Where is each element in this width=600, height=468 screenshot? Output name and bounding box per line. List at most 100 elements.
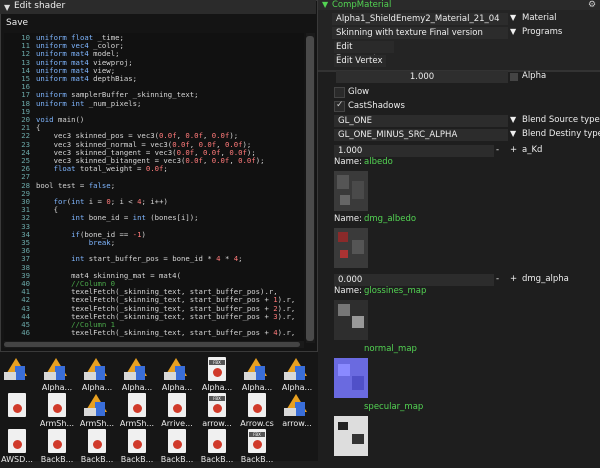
asset-tile[interactable]: FBX Alpha... xyxy=(198,356,236,396)
asset-tile[interactable]: BackB... xyxy=(78,428,116,468)
shader-cone-icon xyxy=(82,392,110,418)
fbx-file-icon: FBX xyxy=(202,356,230,382)
asset-tile[interactable]: BackB... xyxy=(38,428,76,468)
texture-name-label: Name: xyxy=(334,286,362,296)
glow-checkbox[interactable] xyxy=(334,87,345,98)
glow-label: Glow xyxy=(348,87,370,97)
texture-name-label: Name: xyxy=(334,157,362,167)
code-token: ).r, xyxy=(277,328,296,338)
blend-source-label: Blend Source type xyxy=(522,115,600,125)
line-number: 46 xyxy=(21,328,30,338)
asset-tile[interactable] xyxy=(0,356,36,396)
asset-label: Alpha... xyxy=(281,383,313,392)
asset-label: BackB... xyxy=(160,455,194,464)
edit-vertex-button[interactable]: Edit Vertex xyxy=(334,55,386,67)
code-editor[interactable]: 10 uniform float _time; 11 uniform vec4 _co… xyxy=(4,33,304,341)
asset-tile[interactable]: FBX BackB... xyxy=(238,428,276,468)
albedo-texture-thumbnail[interactable] xyxy=(334,171,368,211)
component-header[interactable]: ▼ CompMaterial xyxy=(318,0,600,10)
texture-name-dmg-albedo: dmg_albedo xyxy=(364,214,417,224)
asset-label: Arrive... xyxy=(161,419,193,428)
cast-shadows-checkbox[interactable] xyxy=(334,100,345,112)
asset-tile[interactable]: BackB... xyxy=(198,428,236,468)
program-combo[interactable]: Skinning with texture Final version xyxy=(332,27,508,39)
asset-tile[interactable]: FBX arrow... xyxy=(198,392,236,432)
specular-map-texture-thumbnail[interactable] xyxy=(334,416,368,456)
asset-label: Alpha... xyxy=(241,383,273,392)
vertical-scrollbar-thumb[interactable] xyxy=(306,36,314,341)
blend-destiny-combo[interactable]: GL_ONE_MINUS_SRC_ALPHA xyxy=(334,129,508,141)
alpha-slider[interactable]: 1.000 xyxy=(336,71,508,83)
asset-tile[interactable]: AWSD... xyxy=(0,428,36,468)
alpha-color-swatch xyxy=(510,73,518,81)
file-icon xyxy=(202,428,230,454)
fbx-tag: FBX xyxy=(209,396,225,401)
file-icon xyxy=(2,392,30,418)
asset-tile[interactable]: BackB... xyxy=(158,428,196,468)
cast-shadows-label: CastShadows xyxy=(348,101,405,111)
dmg-alpha-minus-button[interactable]: - xyxy=(496,274,499,284)
save-button[interactable]: Save xyxy=(4,17,34,30)
shader-cone-icon xyxy=(122,356,150,382)
file-icon xyxy=(82,428,110,454)
blend-destiny-dropdown-arrow-icon[interactable]: ▼ xyxy=(510,129,516,138)
texture-name-specular: specular_map xyxy=(364,402,424,412)
blend-destiny-label: Blend Destiny type xyxy=(522,129,600,139)
collapse-triangle-icon[interactable]: ▼ xyxy=(4,3,10,12)
file-icon xyxy=(162,428,190,454)
shader-cone-icon xyxy=(42,356,70,382)
horizontal-scrollbar-thumb[interactable] xyxy=(4,342,300,347)
asset-tile[interactable]: ArmSh... xyxy=(78,392,116,432)
asset-tile[interactable]: Alpha... xyxy=(118,356,156,396)
expand-triangle-icon[interactable]: ▼ xyxy=(322,0,328,9)
kd-input[interactable]: 1.000 xyxy=(334,145,494,157)
asset-tile[interactable]: Alpha... xyxy=(278,356,316,396)
asset-tile[interactable]: ArmSh... xyxy=(38,392,76,432)
asset-tile[interactable]: Alpha... xyxy=(78,356,116,396)
asset-tile[interactable]: Alpha... xyxy=(238,356,276,396)
asset-tile[interactable]: Alpha... xyxy=(158,356,196,396)
gear-icon[interactable]: ⚙ xyxy=(588,0,598,10)
texture-name-normal: normal_map xyxy=(364,344,417,354)
file-icon xyxy=(122,392,150,418)
cs-file-icon xyxy=(242,392,270,418)
program-dropdown-arrow-icon[interactable]: ▼ xyxy=(510,27,516,36)
dmg-alpha-label: dmg_alpha xyxy=(522,274,569,284)
asset-tile[interactable] xyxy=(0,392,36,432)
shader-window-titlebar[interactable]: ▼ Edit shader xyxy=(0,0,316,14)
asset-tile[interactable]: Arrow.cs xyxy=(238,392,276,432)
asset-tile[interactable]: ArmSh... xyxy=(118,392,156,432)
asset-tile[interactable]: Arrive... xyxy=(158,392,196,432)
file-icon xyxy=(42,428,70,454)
alpha-label: Alpha xyxy=(522,71,547,81)
edit-fragment-button[interactable]: Edit Fragment xyxy=(334,41,394,64)
dmg-alpha-plus-button[interactable]: + xyxy=(510,274,517,284)
programs-label: Programs xyxy=(522,27,563,37)
dmg-alpha-input[interactable]: 0.000 xyxy=(334,274,494,286)
material-dropdown-arrow-icon[interactable]: ▼ xyxy=(510,13,516,22)
asset-tile[interactable]: BackB... xyxy=(118,428,156,468)
asset-label: ArmSh... xyxy=(39,419,75,428)
asset-label: arrow... xyxy=(202,419,232,428)
shader-cone-icon xyxy=(282,356,310,382)
asset-label: Alpha... xyxy=(81,383,113,392)
asset-label: BackB... xyxy=(120,455,154,464)
blend-source-dropdown-arrow-icon[interactable]: ▼ xyxy=(510,115,516,124)
asset-label: BackB... xyxy=(80,455,114,464)
asset-label: BackB... xyxy=(240,455,274,464)
asset-label: Alpha... xyxy=(41,383,73,392)
file-icon xyxy=(42,392,70,418)
kd-plus-button[interactable]: + xyxy=(510,145,517,155)
kd-minus-button[interactable]: - xyxy=(496,145,499,155)
shader-cone-icon xyxy=(282,392,310,418)
code-line[interactable]: 46 texelFetch(_skinning_text, start_buff… xyxy=(4,328,304,338)
dmg-albedo-texture-thumbnail[interactable] xyxy=(334,228,368,268)
asset-tile[interactable]: Alpha... xyxy=(38,356,76,396)
blend-source-combo[interactable]: GL_ONE xyxy=(334,115,508,127)
glossines-texture-thumbnail[interactable] xyxy=(334,300,368,340)
material-combo[interactable]: Alpha1_ShieldEnemy2_Material_21_04 xyxy=(332,13,508,25)
normal-map-texture-thumbnail[interactable] xyxy=(334,358,368,398)
component-title: CompMaterial xyxy=(332,0,392,10)
fbx-file-icon: FBX xyxy=(242,428,270,454)
asset-tile[interactable]: arrow... xyxy=(278,392,316,432)
